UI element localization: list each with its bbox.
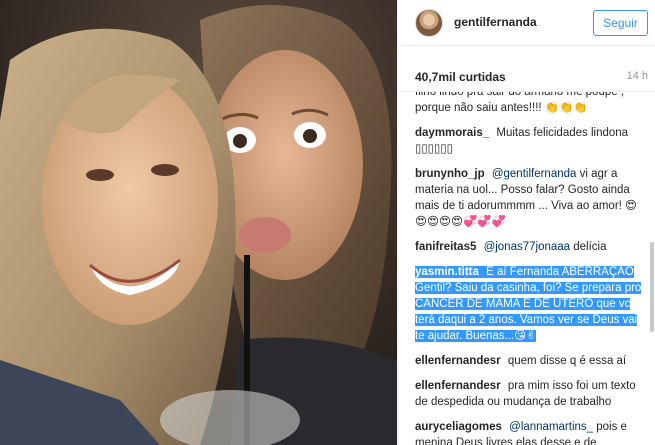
comment-item-highlighted: yasmin.titta E aí Fernanda ABERRAÇÃO Gen… [415,264,647,344]
post-photo [0,0,397,445]
scrollbar-thumb[interactable] [650,242,654,332]
comments-list[interactable]: filho lindo pra sair do armário me poupe… [415,92,647,445]
comment-item: auryceliagomes @lannamartins_ pois e men… [415,419,647,445]
avatar[interactable] [415,9,443,37]
comment-item: daymmorais_ Muitas felicidades lindona ▯… [415,125,647,157]
post-details-panel: gentilfernanda Seguir 40,7mil curtidas 1… [397,0,655,445]
selfie-image [0,0,397,445]
comment-mention[interactable]: @jonas77jonaaa [484,241,571,253]
comment-text: quem disse q é essa aí [507,355,627,367]
comment-item: fanifreitas5 @jonas77jonaaa delícia [415,239,647,255]
comment-user[interactable]: daymmorais_ [415,127,489,139]
comment-item: ellenfernandesr pra mim isso foi um text… [415,378,647,410]
comment-item: filho lindo pra sair do armário me poupe… [415,92,647,116]
comment-user[interactable]: fanifreitas5 [415,241,476,253]
comment-mention[interactable]: @lannamartins_ [509,421,593,433]
comment-user[interactable]: brunynho_jp [415,168,485,180]
follow-button[interactable]: Seguir [593,10,648,36]
post-stats: 40,7mil curtidas 14 h [398,62,655,92]
likes-count[interactable]: 40,7mil curtidas [415,70,506,84]
post-username[interactable]: gentilfernanda [454,15,537,29]
comment-mention[interactable]: @gentilfernanda [492,168,577,180]
post-time: 14 h [626,70,648,82]
comment-item: brunynho_jp @gentilfernanda vi agr a mat… [415,166,647,230]
post-header: gentilfernanda Seguir [398,0,655,46]
comments-scrollbar[interactable] [649,92,655,445]
comment-user[interactable]: ellenfernandesr [415,355,501,367]
comment-user[interactable]: auryceliagomes [415,421,502,433]
comment-text: filho lindo pra sair do armário me poupe… [415,92,625,114]
comment-item: ellenfernandesr quem disse q é essa aí [415,353,647,369]
comment-text: delícia [573,241,607,253]
comment-user[interactable]: ellenfernandesr [415,380,501,392]
comment-user[interactable]: yasmin.titta [415,266,479,278]
